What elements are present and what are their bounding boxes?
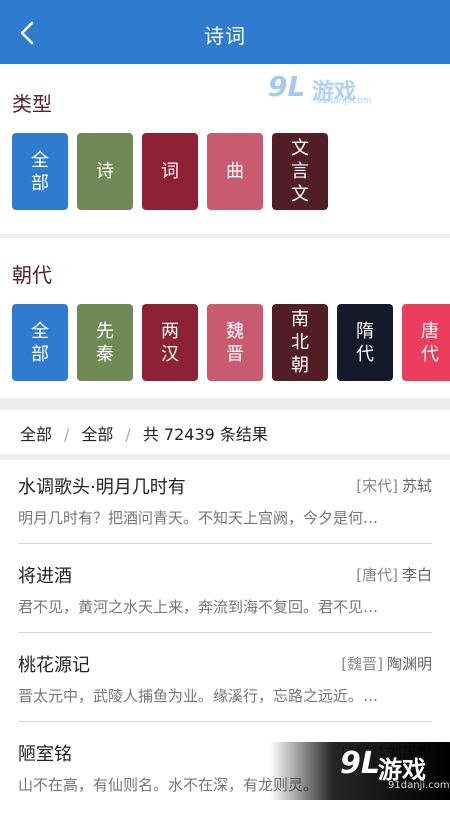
dynasty-chip[interactable]: 先秦 <box>77 304 133 381</box>
dynasty-chip[interactable]: 两汉 <box>142 304 198 381</box>
dynasty-chip-label: 隋代 <box>356 320 374 365</box>
type-chip[interactable]: 文言文 <box>272 133 328 210</box>
filter-breadcrumb: 全部 / 全部 / 共 72439 条结果 <box>20 421 268 445</box>
poem-dynasty: [唐代] <box>356 566 398 584</box>
dynasty-chip[interactable]: 唐代 <box>402 304 450 381</box>
type-chip[interactable]: 诗 <box>77 133 133 210</box>
section-divider <box>0 234 450 238</box>
app-bar: 诗词 <box>0 0 450 64</box>
filter-type-value[interactable]: 全部 <box>20 425 52 444</box>
poem-title: 将进酒 <box>18 566 72 587</box>
type-chip-label: 文言文 <box>291 138 309 205</box>
list-divider <box>18 543 432 544</box>
filter-dynasty-value[interactable]: 全部 <box>81 425 113 444</box>
section-divider <box>0 454 450 460</box>
poem-dynasty: [宋代] <box>356 477 398 495</box>
type-chip[interactable]: 词 <box>142 133 198 210</box>
poem-author: 陶渊明 <box>386 655 432 673</box>
dynasty-chip-label: 魏晋 <box>226 320 244 365</box>
type-chip[interactable]: 全部 <box>12 133 68 210</box>
dynasty-chip-label: 先秦 <box>96 320 114 365</box>
dynasty-chip[interactable]: 全部 <box>12 304 68 381</box>
dynasty-chip-label: 两汉 <box>161 320 179 365</box>
dynasty-chip-row: 全部 先秦 两汉 魏晋 南北朝 隋代 唐代 <box>0 304 450 384</box>
poem-meta: [宋代] 苏轼 <box>356 475 432 496</box>
poem-meta: [唐代] 李白 <box>356 564 432 585</box>
page-title: 诗词 <box>204 24 246 48</box>
breadcrumb-separator: / <box>64 425 70 444</box>
dynasty-chip[interactable]: 魏晋 <box>207 304 263 381</box>
result-count: 共 72439 条结果 <box>142 425 268 444</box>
type-chip-label: 全部 <box>31 149 49 194</box>
poem-author: 李白 <box>401 566 432 584</box>
list-divider <box>18 721 432 722</box>
poem-title: 桃花源记 <box>18 655 90 676</box>
poem-list-item[interactable]: 水调歌头·明月几时有 [宋代] 苏轼明月几时有？把酒问青天。不知天上宫阙，今夕是何… <box>18 473 432 561</box>
poem-title: 水调歌头·明月几时有 <box>18 477 186 498</box>
watermark-logo-bottom: 9L 游戏 91danji.com <box>270 742 450 800</box>
poem-author: 苏轼 <box>401 477 432 495</box>
list-divider <box>18 632 432 633</box>
dynasty-chip-label: 唐代 <box>421 320 439 365</box>
dynasty-chip-label: 南北朝 <box>291 309 309 376</box>
poem-list-item[interactable]: 将进酒 [唐代] 李白君不见，黄河之水天上来，奔流到海不复回。君不见… <box>18 562 432 650</box>
watermark-logo-top: 9L 游戏 91danji.com <box>268 70 372 106</box>
poem-list-item[interactable]: 桃花源记 [魏晋] 陶渊明 晋太元中，武陵人捕鱼为业。缘溪行，忘路之远近。… <box>18 651 432 739</box>
poem-excerpt: 君不见，黄河之水天上来，奔流到海不复回。君不见… <box>18 598 379 616</box>
type-chip-label: 词 <box>161 161 179 182</box>
poem-meta: [魏晋] 陶渊明 <box>341 653 432 674</box>
type-chip-label: 曲 <box>226 161 244 182</box>
dynasty-chip[interactable]: 南北朝 <box>272 304 328 381</box>
poem-dynasty: [魏晋] <box>341 655 383 673</box>
section-divider <box>0 398 450 410</box>
type-section-heading: 类型 <box>12 92 52 116</box>
breadcrumb-separator: / <box>125 425 131 444</box>
dynasty-chip-label: 全部 <box>31 320 49 365</box>
dynasty-section-heading: 朝代 <box>12 263 52 287</box>
poem-excerpt: 明月几时有？把酒问青天。不知天上宫阙，今夕是何… <box>18 509 379 527</box>
poem-excerpt: 晋太元中，武陵人捕鱼为业。缘溪行，忘路之远近。… <box>18 687 379 705</box>
type-chip-label: 诗 <box>96 161 114 182</box>
poem-title: 陋室铭 <box>18 744 72 765</box>
type-chip-row: 全部 诗 词 曲 文言文 <box>0 133 450 213</box>
dynasty-chip[interactable]: 隋代 <box>337 304 393 381</box>
type-chip[interactable]: 曲 <box>207 133 263 210</box>
